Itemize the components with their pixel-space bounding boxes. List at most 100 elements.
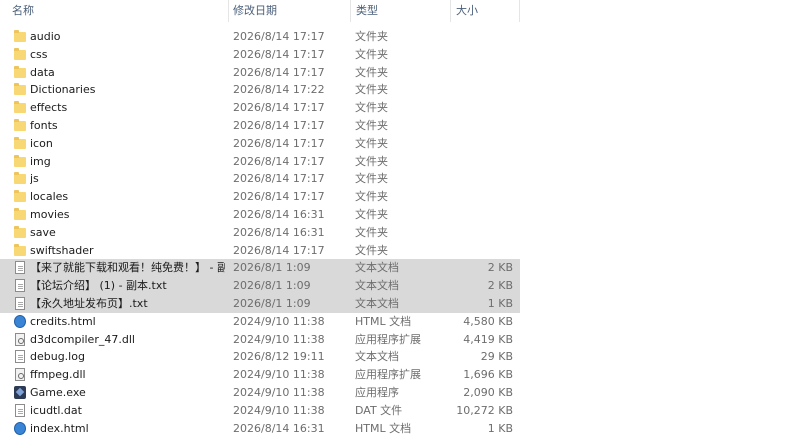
file-name: save xyxy=(30,225,56,239)
file-type: DAT 文件 xyxy=(355,403,403,417)
file-type: 文件夹 xyxy=(355,101,388,115)
sort-ascending-icon: ^ xyxy=(114,0,122,4)
file-row[interactable]: data 2026/8/14 17:17 文件夹 xyxy=(0,64,520,82)
file-row[interactable]: 【永久地址发布页】.txt 2026/8/1 1:09 文本文档 1 KB xyxy=(0,294,520,313)
file-row[interactable]: icon 2026/8/14 17:17 文件夹 xyxy=(0,135,520,153)
file-row[interactable]: css 2026/8/14 17:17 文件夹 xyxy=(0,46,520,64)
file-modified-date: 2026/8/14 17:17 xyxy=(233,65,325,79)
text-file-icon xyxy=(13,403,26,418)
file-type: 文件夹 xyxy=(355,243,388,257)
file-name: img xyxy=(30,154,51,168)
file-type: 文件夹 xyxy=(355,136,388,150)
file-size: 1 KB xyxy=(487,296,513,310)
file-modified-date: 2026/8/1 1:09 xyxy=(233,279,311,293)
column-divider[interactable] xyxy=(350,0,351,22)
file-size: 1 KB xyxy=(487,421,513,435)
file-name: effects xyxy=(30,101,68,115)
column-header-type[interactable]: 类型 xyxy=(356,0,378,22)
column-divider[interactable] xyxy=(519,0,520,22)
file-type: 应用程序扩展 xyxy=(355,368,421,382)
folder-icon xyxy=(13,47,26,62)
file-row[interactable]: debug.log 2026/8/12 19:11 文本文档 29 KB xyxy=(0,348,520,366)
file-row[interactable]: locales 2026/8/14 17:17 文件夹 xyxy=(0,188,520,206)
file-modified-date: 2026/8/12 19:11 xyxy=(233,350,325,364)
file-size: 4,419 KB xyxy=(463,332,513,346)
file-modified-date: 2026/8/1 1:09 xyxy=(233,261,311,275)
file-type: 文本文档 xyxy=(355,279,399,293)
file-type: 文件夹 xyxy=(355,47,388,61)
file-size: 10,272 KB xyxy=(456,403,513,417)
file-size: 1,696 KB xyxy=(463,368,513,382)
file-name: js xyxy=(30,172,39,186)
file-type: 应用程序扩展 xyxy=(355,332,421,346)
folder-icon xyxy=(13,30,26,44)
file-modified-date: 2026/8/14 17:17 xyxy=(233,101,325,115)
file-row[interactable]: fonts 2026/8/14 17:17 文件夹 xyxy=(0,117,520,135)
file-name: credits.html xyxy=(30,314,96,328)
dll-file-icon xyxy=(13,332,26,347)
file-modified-date: 2026/8/14 17:17 xyxy=(233,154,325,168)
file-modified-date: 2026/8/14 17:17 xyxy=(233,118,325,132)
file-type: 文件夹 xyxy=(355,30,388,43)
file-name: icon xyxy=(30,136,53,150)
folder-icon xyxy=(13,207,26,222)
file-type: 应用程序 xyxy=(355,385,399,399)
column-header-modified[interactable]: 修改日期 xyxy=(233,0,277,22)
file-name: 【来了就能下载和观看！纯免费！】 - 副... xyxy=(30,261,225,275)
file-type: HTML 文档 xyxy=(355,421,412,435)
file-size: 2 KB xyxy=(487,279,513,293)
file-modified-date: 2026/8/14 17:17 xyxy=(233,136,325,150)
column-header-name[interactable]: 名称 xyxy=(12,0,34,22)
file-row[interactable]: 【来了就能下载和观看！纯免费！】 - 副... 2026/8/1 1:09 文本文档… xyxy=(0,259,520,278)
file-type: 文件夹 xyxy=(355,154,388,168)
file-modified-date: 2026/8/14 16:31 xyxy=(233,225,325,239)
file-name: swiftshader xyxy=(30,243,94,257)
file-type: 文本文档 xyxy=(355,261,399,275)
folder-icon xyxy=(13,83,26,97)
file-row[interactable]: 【论坛介绍】 (1) - 副本.txt 2026/8/1 1:09 文本文档 2 KB xyxy=(0,277,520,295)
file-name: ffmpeg.dll xyxy=(30,368,86,382)
folder-icon xyxy=(13,154,26,169)
file-row[interactable]: Game.exe 2024/9/10 11:38 应用程序 2,090 KB xyxy=(0,384,520,402)
column-divider[interactable] xyxy=(228,0,229,22)
file-type: 文件夹 xyxy=(355,225,388,239)
file-name: locales xyxy=(30,190,69,204)
file-row[interactable]: save 2026/8/14 16:31 文件夹 xyxy=(0,224,520,242)
file-name: debug.log xyxy=(30,350,85,364)
folder-icon xyxy=(13,243,26,258)
folder-icon xyxy=(13,172,26,186)
file-modified-date: 2024/9/10 11:38 xyxy=(233,314,325,328)
text-file-icon xyxy=(13,261,26,275)
file-name: movies xyxy=(30,207,70,221)
file-row[interactable]: ffmpeg.dll 2024/9/10 11:38 应用程序扩展 1,696 KB xyxy=(0,366,520,384)
file-row[interactable]: movies 2026/8/14 16:31 文件夹 xyxy=(0,206,520,224)
file-row[interactable]: swiftshader 2026/8/14 17:17 文件夹 xyxy=(0,242,520,260)
file-type: 文件夹 xyxy=(355,118,388,132)
file-row[interactable]: index.html 2026/8/14 16:31 HTML 文档 1 KB xyxy=(0,420,520,437)
file-modified-date: 2026/8/14 16:31 xyxy=(233,421,325,435)
file-modified-date: 2026/8/14 17:17 xyxy=(233,243,325,257)
text-file-icon xyxy=(13,350,26,364)
file-modified-date: 2024/9/10 11:38 xyxy=(233,403,325,417)
file-name: icudtl.dat xyxy=(30,403,82,417)
file-row[interactable]: d3dcompiler_47.dll 2024/9/10 11:38 应用程序扩展 4… xyxy=(0,331,520,349)
file-type: 文本文档 xyxy=(355,296,399,310)
file-row[interactable]: js 2026/8/14 17:17 文件夹 xyxy=(0,170,520,188)
file-row[interactable]: Dictionaries 2026/8/14 17:22 文件夹 xyxy=(0,81,520,99)
folder-icon xyxy=(13,101,26,115)
file-name: index.html xyxy=(30,421,89,435)
file-size: 4,580 KB xyxy=(463,314,513,328)
file-modified-date: 2024/9/10 11:38 xyxy=(233,385,325,399)
html-file-icon xyxy=(13,421,26,436)
text-file-icon xyxy=(13,279,26,293)
file-row[interactable]: icudtl.dat 2024/9/10 11:38 DAT 文件 10,272 KB xyxy=(0,402,520,420)
file-row[interactable]: credits.html 2024/9/10 11:38 HTML 文档 4,580 … xyxy=(0,313,520,331)
file-row[interactable]: effects 2026/8/14 17:17 文件夹 xyxy=(0,99,520,117)
column-header-size[interactable]: 大小 xyxy=(456,0,478,22)
file-row[interactable]: img 2026/8/14 17:17 文件夹 xyxy=(0,153,520,171)
file-name: css xyxy=(30,47,48,61)
file-row[interactable]: audio 2026/8/14 17:17 文件夹 xyxy=(0,28,520,46)
column-divider[interactable] xyxy=(450,0,451,22)
file-modified-date: 2026/8/14 17:17 xyxy=(233,172,325,186)
file-modified-date: 2026/8/1 1:09 xyxy=(233,296,311,310)
